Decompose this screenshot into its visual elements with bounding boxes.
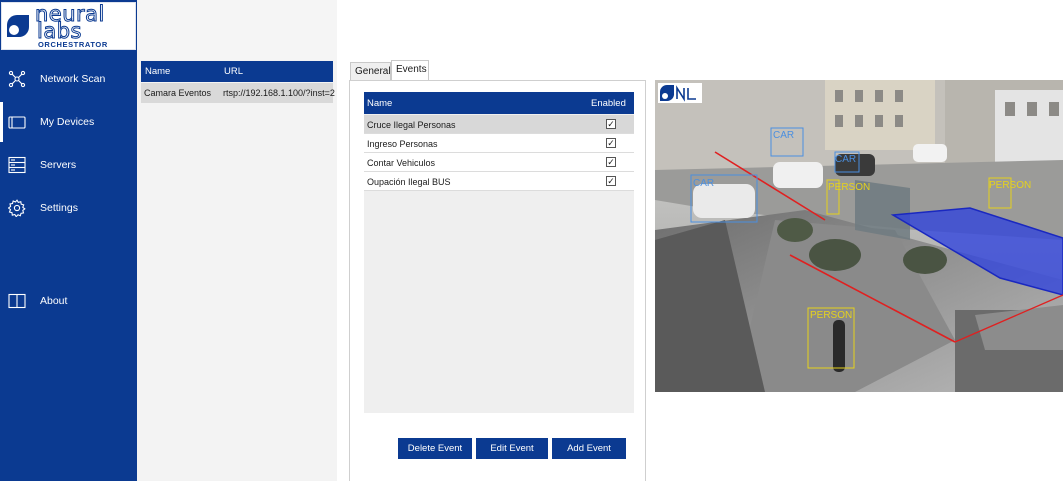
- sidebar-item-label: About: [40, 295, 68, 307]
- device-name-cell: Camara Eventos: [144, 88, 212, 98]
- sidebar-item-my-devices[interactable]: My Devices: [0, 102, 137, 142]
- sidebar-item-label: Network Scan: [40, 73, 106, 85]
- devices-table-header: Name URL: [141, 61, 333, 82]
- camera-watermark-logo: [658, 83, 702, 103]
- column-header-name[interactable]: Name: [367, 98, 392, 109]
- table-row[interactable]: Cruce Ilegal Personas ✓: [364, 115, 634, 134]
- event-name-cell: Ingreso Personas: [367, 139, 438, 149]
- table-row[interactable]: Oupación Ilegal BUS ✓: [364, 172, 634, 191]
- column-header-name[interactable]: Name: [145, 66, 170, 77]
- detection-label: PERSON: [828, 182, 870, 193]
- sidebar-item-network-scan[interactable]: Network Scan: [0, 59, 137, 99]
- events-table: Name Enabled Cruce Ilegal Personas ✓ Ing…: [364, 92, 634, 413]
- add-event-button[interactable]: Add Event: [552, 438, 626, 459]
- column-header-enabled[interactable]: Enabled: [591, 98, 626, 109]
- logo-mark-icon: [7, 15, 29, 37]
- enabled-checkbox[interactable]: ✓: [606, 138, 616, 148]
- table-row[interactable]: Ingreso Personas ✓: [364, 134, 634, 153]
- devices-icon: [8, 113, 26, 131]
- delete-event-button[interactable]: Delete Event: [398, 438, 472, 459]
- tab-events[interactable]: Events: [391, 60, 429, 80]
- devices-top-area: [137, 0, 337, 60]
- detection-label: CAR: [773, 130, 794, 141]
- tab-general[interactable]: General: [350, 62, 391, 80]
- devices-panel: Name URL Camara Eventos rtsp://192.168.1…: [137, 60, 337, 481]
- gear-icon: [8, 199, 26, 217]
- table-row[interactable]: Camara Eventos rtsp://192.168.1.100/?ins…: [141, 83, 335, 103]
- brand-logo: neural labs ORCHESTRATOR: [1, 2, 136, 50]
- detection-label: PERSON: [989, 180, 1031, 191]
- device-url-cell: rtsp://192.168.1.100/?inst=2: [223, 88, 335, 98]
- detection-label: PERSON: [810, 310, 852, 321]
- sidebar-item-servers[interactable]: Servers: [0, 145, 137, 185]
- detection-label: CAR: [693, 178, 714, 189]
- enabled-checkbox[interactable]: ✓: [606, 119, 616, 129]
- event-name-cell: Contar Vehiculos: [367, 158, 436, 168]
- sidebar-item-settings[interactable]: Settings: [0, 188, 137, 228]
- enabled-checkbox[interactable]: ✓: [606, 176, 616, 186]
- detection-label: CAR: [835, 154, 856, 165]
- camera-scene: CAR CAR CAR PERSON PERSON PERSON: [655, 80, 1063, 392]
- sidebar: neural labs ORCHESTRATOR Network Scan My…: [0, 0, 137, 481]
- column-header-url[interactable]: URL: [224, 66, 243, 77]
- event-name-cell: Cruce Ilegal Personas: [367, 120, 456, 130]
- enabled-checkbox[interactable]: ✓: [606, 157, 616, 167]
- sidebar-item-label: Servers: [40, 159, 77, 171]
- event-name-cell: Oupación Ilegal BUS: [367, 177, 451, 187]
- sidebar-item-label: My Devices: [40, 116, 95, 128]
- events-table-header: Name Enabled: [364, 92, 634, 114]
- camera-preview[interactable]: CAR CAR CAR PERSON PERSON PERSON: [655, 80, 1063, 392]
- app-window: neural labs ORCHESTRATOR Network Scan My…: [0, 0, 1064, 481]
- server-icon: [8, 156, 26, 174]
- sidebar-item-about[interactable]: About: [0, 281, 137, 321]
- brand-subtitle: ORCHESTRATOR: [38, 40, 108, 49]
- brand-name: neural labs: [35, 3, 105, 42]
- network-icon: [8, 70, 26, 88]
- book-icon: [8, 292, 26, 310]
- sidebar-item-label: Settings: [40, 202, 78, 214]
- table-row[interactable]: Contar Vehiculos ✓: [364, 153, 634, 172]
- edit-event-button[interactable]: Edit Event: [476, 438, 548, 459]
